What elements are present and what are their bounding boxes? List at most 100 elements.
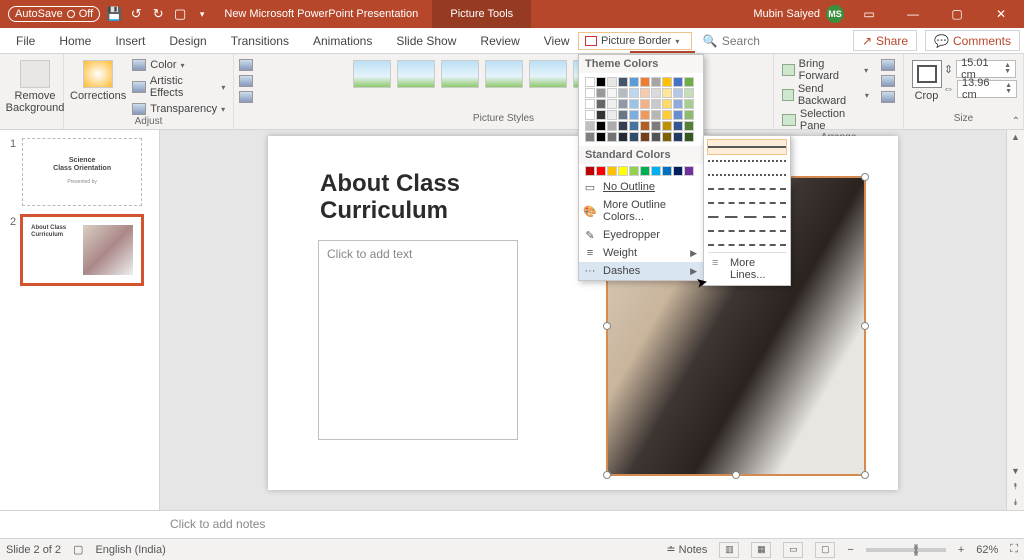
tab-review[interactable]: Review <box>468 28 531 53</box>
notes-toggle[interactable]: ≐ Notes <box>666 543 707 556</box>
slide-thumbnail-2[interactable]: About Class Curriculum <box>22 216 142 284</box>
theme-color-swatch[interactable] <box>585 77 595 87</box>
theme-color-swatch[interactable] <box>629 121 639 131</box>
align-button[interactable] <box>879 58 897 72</box>
theme-color-swatch[interactable] <box>673 99 683 109</box>
zoom-in-button[interactable]: + <box>958 544 964 556</box>
sorter-view-button[interactable]: ▦ <box>751 542 771 558</box>
dash-long-dash-dot-dot[interactable] <box>708 238 786 252</box>
eyedropper-item[interactable]: ✎Eyedropper <box>579 226 703 244</box>
picture-border-button[interactable]: Picture Border▾ <box>578 32 692 50</box>
close-button[interactable]: ✕ <box>982 0 1020 28</box>
artistic-effects-button[interactable]: Artistic Effects▾ <box>130 74 233 100</box>
tab-design[interactable]: Design <box>157 28 218 53</box>
theme-color-swatch[interactable] <box>618 110 628 120</box>
present-icon[interactable]: ▢ <box>172 6 188 22</box>
comments-button[interactable]: 💬Comments <box>925 30 1020 51</box>
theme-color-swatch[interactable] <box>651 110 661 120</box>
theme-color-swatch[interactable] <box>640 88 650 98</box>
user-name[interactable]: Mubin Saiyed <box>753 8 820 20</box>
theme-color-swatch[interactable] <box>618 99 628 109</box>
style-thumb[interactable] <box>397 60 435 88</box>
standard-color-swatch[interactable] <box>618 166 628 176</box>
standard-color-swatch[interactable] <box>596 166 606 176</box>
theme-color-swatch[interactable] <box>684 99 694 109</box>
theme-color-swatch[interactable] <box>596 121 606 131</box>
theme-color-swatch[interactable] <box>585 99 595 109</box>
theme-color-swatch[interactable] <box>629 88 639 98</box>
dash-long-dash-dot[interactable] <box>708 224 786 238</box>
standard-color-swatch[interactable] <box>673 166 683 176</box>
scroll-down-icon[interactable]: ▼ <box>1007 466 1024 476</box>
theme-color-swatch[interactable] <box>596 77 606 87</box>
theme-color-swatch[interactable] <box>673 121 683 131</box>
tab-animations[interactable]: Animations <box>301 28 384 53</box>
scroll-up-icon[interactable]: ▲ <box>1007 132 1024 142</box>
width-input[interactable]: 13.96 cm▲▼ <box>957 80 1017 98</box>
theme-color-swatch[interactable] <box>673 110 683 120</box>
tell-me-search[interactable]: 🔍 Search <box>703 28 760 53</box>
theme-color-swatch[interactable] <box>607 110 617 120</box>
style-thumb[interactable] <box>485 60 523 88</box>
spellcheck-icon[interactable]: ▢ <box>73 543 83 556</box>
theme-color-swatch[interactable] <box>640 132 650 142</box>
dash-dash-dot[interactable] <box>708 196 786 210</box>
theme-color-swatch[interactable] <box>585 121 595 131</box>
slide-title[interactable]: About Class Curriculum <box>320 170 460 224</box>
theme-color-swatch[interactable] <box>607 99 617 109</box>
crop-button[interactable]: Crop <box>910 56 943 102</box>
theme-color-swatch[interactable] <box>651 99 661 109</box>
zoom-out-button[interactable]: − <box>847 544 853 556</box>
theme-color-swatch[interactable] <box>629 99 639 109</box>
theme-color-swatch[interactable] <box>684 121 694 131</box>
content-placeholder[interactable]: Click to add text <box>318 240 518 440</box>
user-avatar[interactable]: MS <box>826 5 844 23</box>
no-outline-item[interactable]: ▭No Outline <box>579 178 703 196</box>
reading-view-button[interactable]: ▭ <box>783 542 803 558</box>
theme-color-swatch[interactable] <box>651 77 661 87</box>
language-indicator[interactable]: English (India) <box>95 544 165 556</box>
minimize-button[interactable]: — <box>894 0 932 28</box>
theme-color-swatch[interactable] <box>585 110 595 120</box>
selection-pane-button[interactable]: Selection Pane <box>780 108 875 132</box>
height-input[interactable]: 15.01 cm▲▼ <box>956 60 1016 78</box>
theme-color-swatch[interactable] <box>629 110 639 120</box>
contextual-tab-picture-tools[interactable]: Picture Tools <box>432 0 531 28</box>
dash-round-dot[interactable] <box>708 154 786 168</box>
theme-color-swatch[interactable] <box>662 121 672 131</box>
theme-color-swatch[interactable] <box>651 88 661 98</box>
save-icon[interactable]: 💾 <box>106 6 122 22</box>
maximize-button[interactable]: ▢ <box>938 0 976 28</box>
tab-slideshow[interactable]: Slide Show <box>384 28 468 53</box>
theme-color-swatch[interactable] <box>585 88 595 98</box>
theme-color-swatch[interactable] <box>684 88 694 98</box>
tab-home[interactable]: Home <box>47 28 103 53</box>
standard-color-swatch[interactable] <box>684 166 694 176</box>
slide-thumbnail-1[interactable]: Science Class Orientation Presented by <box>22 138 142 206</box>
dash-dash[interactable] <box>708 182 786 196</box>
standard-color-swatch[interactable] <box>629 166 639 176</box>
theme-color-swatch[interactable] <box>684 110 694 120</box>
zoom-slider[interactable] <box>866 548 946 552</box>
group-button[interactable] <box>879 74 897 88</box>
next-slide-icon[interactable]: ⯯ <box>1007 497 1024 508</box>
theme-color-swatch[interactable] <box>618 121 628 131</box>
transparency-button[interactable]: Transparency▾ <box>130 102 233 116</box>
send-backward-button[interactable]: Send Backward▾ <box>780 83 875 107</box>
rotate-button[interactable] <box>879 90 897 104</box>
style-thumb[interactable] <box>441 60 479 88</box>
remove-background-button[interactable]: Remove Background <box>6 56 64 114</box>
theme-color-swatch[interactable] <box>673 88 683 98</box>
theme-color-swatch[interactable] <box>618 88 628 98</box>
theme-color-swatch[interactable] <box>662 99 672 109</box>
theme-color-swatch[interactable] <box>596 132 606 142</box>
standard-color-swatch[interactable] <box>651 166 661 176</box>
theme-color-swatch[interactable] <box>684 77 694 87</box>
corrections-button[interactable]: Corrections <box>70 56 126 102</box>
autosave-toggle[interactable]: AutoSave Off <box>8 6 100 22</box>
theme-color-swatch[interactable] <box>640 121 650 131</box>
theme-color-swatch[interactable] <box>585 132 595 142</box>
theme-color-swatch[interactable] <box>662 132 672 142</box>
theme-color-swatch[interactable] <box>640 99 650 109</box>
standard-color-swatch[interactable] <box>585 166 595 176</box>
